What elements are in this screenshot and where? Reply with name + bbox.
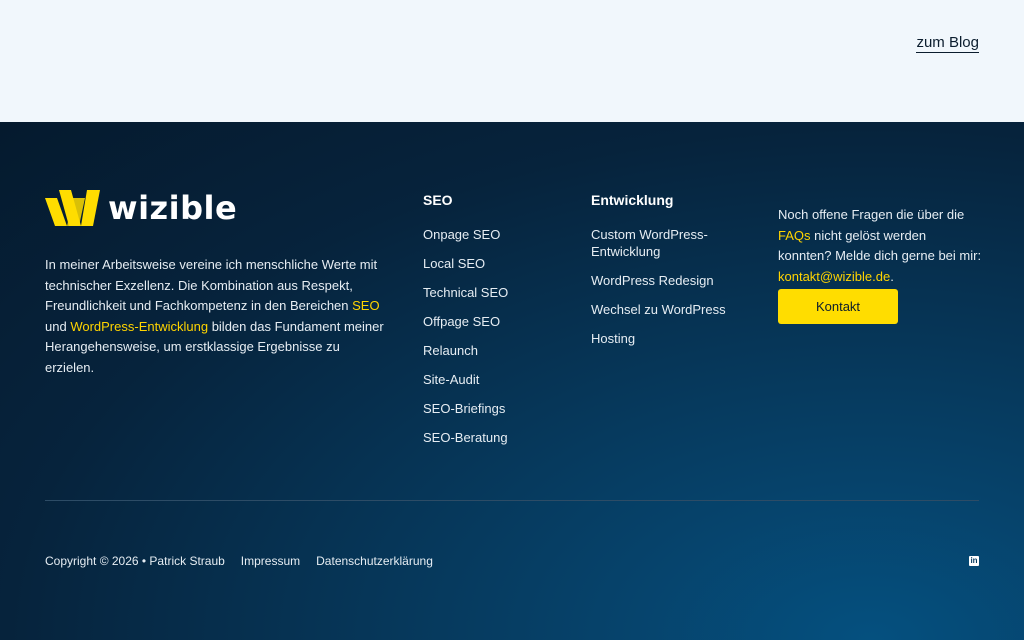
seo-link-relaunch[interactable]: Relaunch: [423, 342, 563, 359]
footer-bottom-bar: Copyright © 2026 • Patrick Straub Impres…: [45, 554, 433, 568]
seo-link-site-audit[interactable]: Site-Audit: [423, 371, 563, 388]
dev-link-switch-to-wordpress[interactable]: Wechsel zu WordPress: [591, 301, 741, 318]
contact-text: Noch offene Fragen die über die FAQs nic…: [778, 205, 983, 287]
dev-link-hosting[interactable]: Hosting: [591, 330, 741, 347]
seo-column-title: SEO: [423, 192, 453, 208]
logo-wordmark: wizible: [108, 189, 238, 227]
dev-link-wordpress-redesign[interactable]: WordPress Redesign: [591, 272, 741, 289]
contact-email-link[interactable]: kontakt@wizible.de: [778, 269, 890, 284]
contact-text-part-3: .: [890, 268, 894, 284]
impressum-link[interactable]: Impressum: [241, 554, 300, 568]
page-top-section: zum Blog: [0, 0, 1024, 122]
seo-link-technical[interactable]: Technical SEO: [423, 284, 563, 301]
seo-link-beratung[interactable]: SEO-Beratung: [423, 429, 563, 446]
contact-button[interactable]: Kontakt: [778, 289, 898, 324]
seo-link-local[interactable]: Local SEO: [423, 255, 563, 272]
linkedin-icon[interactable]: in: [969, 556, 979, 566]
development-column: Entwicklung Custom WordPress-Entwicklung…: [591, 192, 741, 359]
development-column-title: Entwicklung: [591, 192, 674, 208]
about-text-part-1: In meiner Arbeitsweise vereine ich mensc…: [45, 257, 378, 313]
seo-link-offpage[interactable]: Offpage SEO: [423, 313, 563, 330]
to-blog-link[interactable]: zum Blog: [916, 34, 979, 53]
about-text: In meiner Arbeitsweise vereine ich mensc…: [45, 255, 390, 378]
contact-text-part-1: Noch offene Fragen die über die: [778, 207, 965, 222]
faqs-link[interactable]: FAQs: [778, 228, 811, 243]
wordpress-development-link[interactable]: WordPress-Entwicklung: [70, 319, 208, 334]
dev-link-custom-wordpress[interactable]: Custom WordPress-Entwicklung: [591, 226, 741, 260]
seo-link[interactable]: SEO: [352, 298, 379, 313]
copyright-text: Copyright © 2026 • Patrick Straub: [45, 554, 225, 568]
site-footer: wizible In meiner Arbeitsweise vereine i…: [0, 122, 1024, 640]
seo-column: SEO Onpage SEO Local SEO Technical SEO O…: [423, 192, 563, 458]
about-text-part-2: und: [45, 318, 71, 334]
seo-link-onpage[interactable]: Onpage SEO: [423, 226, 563, 243]
footer-divider: [45, 500, 979, 501]
privacy-policy-link[interactable]: Datenschutzerklärung: [316, 554, 433, 568]
wizible-logo[interactable]: wizible: [45, 190, 237, 226]
wizible-logo-mark-icon: [45, 190, 100, 226]
seo-link-briefings[interactable]: SEO-Briefings: [423, 400, 563, 417]
